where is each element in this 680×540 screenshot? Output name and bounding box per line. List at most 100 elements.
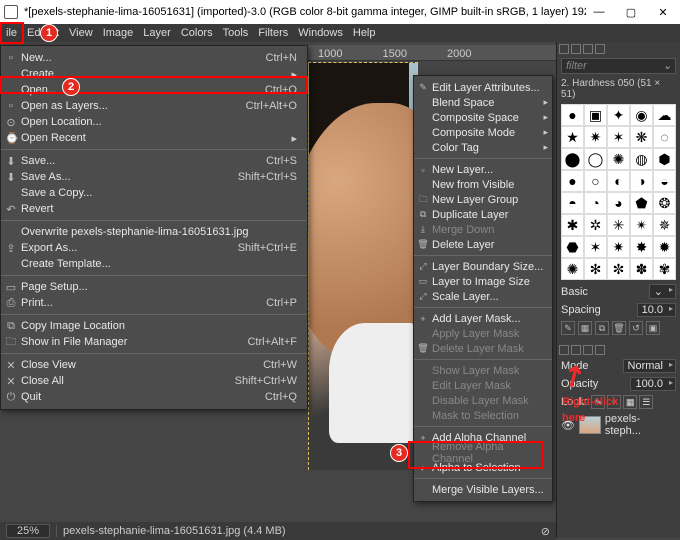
file-open-location-[interactable]: ⊙Open Location... bbox=[1, 114, 307, 130]
ctx-merge-visible-layers-[interactable]: Merge Visible Layers... bbox=[414, 482, 552, 497]
preset-select[interactable]: Basic bbox=[561, 286, 588, 298]
menu-view[interactable]: View bbox=[69, 27, 93, 39]
file-page-setup-[interactable]: ▭Page Setup... bbox=[1, 279, 307, 295]
brush-item[interactable]: ◍ bbox=[630, 148, 653, 170]
spacing-value[interactable]: 10.0 bbox=[637, 303, 676, 317]
brush-item[interactable]: ✼ bbox=[607, 258, 630, 280]
badge-2: 2 bbox=[62, 78, 80, 96]
brush-item[interactable]: ✦ bbox=[607, 104, 630, 126]
file-copy-image-location[interactable]: ⧉Copy Image Location bbox=[1, 318, 307, 334]
brush-item[interactable]: ⬟ bbox=[630, 192, 653, 214]
file-open-recent[interactable]: ⌚Open Recent▸ bbox=[1, 130, 307, 146]
brush-grid[interactable]: ●▣✦◉☁★✷✶❋◌⬤◯✺◍⬢●○◐◑◒◓◔◕⬟❂✱✲✳✴✵⬣✶✷✸✹✺✻✼✽✾ bbox=[561, 104, 676, 280]
brush-item[interactable]: ◑ bbox=[630, 170, 653, 192]
highlight-open bbox=[0, 76, 308, 94]
brush-item[interactable]: ◕ bbox=[607, 192, 630, 214]
brush-item[interactable]: ◉ bbox=[630, 104, 653, 126]
brush-item[interactable]: ✲ bbox=[584, 214, 607, 236]
ctx-new-from-visible[interactable]: New from Visible bbox=[414, 177, 552, 192]
brush-item[interactable]: ❂ bbox=[653, 192, 676, 214]
file-show-in-file-manager[interactable]: 🗀Show in File ManagerCtrl+Alt+F bbox=[1, 334, 307, 350]
close-button[interactable]: ✕ bbox=[650, 3, 676, 21]
brush-item[interactable]: ✸ bbox=[630, 236, 653, 258]
file-save-a-copy-[interactable]: Save a Copy... bbox=[1, 185, 307, 201]
brush-item[interactable]: ◒ bbox=[653, 170, 676, 192]
brush-item[interactable]: ✳ bbox=[607, 214, 630, 236]
file-save-as-[interactable]: ⬇Save As...Shift+Ctrl+S bbox=[1, 169, 307, 185]
brush-item[interactable]: ✶ bbox=[584, 236, 607, 258]
zoom-select[interactable]: 25% bbox=[6, 524, 50, 538]
ctx-composite-mode[interactable]: Composite Mode▸ bbox=[414, 125, 552, 140]
file-save-[interactable]: ⬇Save...Ctrl+S bbox=[1, 153, 307, 169]
ctx-duplicate-layer[interactable]: ⧉Duplicate Layer bbox=[414, 207, 552, 222]
menu-help[interactable]: Help bbox=[353, 27, 376, 39]
menu-filters[interactable]: Filters bbox=[258, 27, 288, 39]
ctx-layer-boundary-size-[interactable]: ⤢Layer Boundary Size... bbox=[414, 259, 552, 274]
brush-item[interactable]: ✽ bbox=[630, 258, 653, 280]
file-revert[interactable]: ↶Revert bbox=[1, 201, 307, 217]
brush-item[interactable]: ✹ bbox=[653, 236, 676, 258]
brush-item[interactable]: ✺ bbox=[607, 148, 630, 170]
brush-item[interactable]: ✴ bbox=[630, 214, 653, 236]
menu-tools[interactable]: Tools bbox=[223, 27, 249, 39]
ctx-composite-space[interactable]: Composite Space▸ bbox=[414, 110, 552, 125]
file-create-template-[interactable]: Create Template... bbox=[1, 256, 307, 272]
maximize-button[interactable]: ▢ bbox=[618, 3, 644, 21]
brush-item[interactable]: ◐ bbox=[607, 170, 630, 192]
ctx-add-layer-mask-[interactable]: +Add Layer Mask... bbox=[414, 311, 552, 326]
menubar[interactable]: ileEdctViewImageLayerColorsToolsFiltersW… bbox=[0, 24, 680, 42]
file-close-view[interactable]: ✕Close ViewCtrl+W bbox=[1, 357, 307, 373]
brush-item[interactable]: ✷ bbox=[607, 236, 630, 258]
brush-item[interactable]: ● bbox=[561, 170, 584, 192]
panel-tabs[interactable] bbox=[557, 42, 680, 56]
brush-item[interactable]: ✺ bbox=[561, 258, 584, 280]
brush-item[interactable]: ✾ bbox=[653, 258, 676, 280]
brush-item[interactable]: ◓ bbox=[561, 192, 584, 214]
ctx-scale-layer-[interactable]: ⤢Scale Layer... bbox=[414, 289, 552, 304]
file-export-as-[interactable]: ⇪Export As...Shift+Ctrl+E bbox=[1, 240, 307, 256]
file-menu[interactable]: ▫New...Ctrl+NCreate▸Open...Ctrl+O▫Open a… bbox=[0, 45, 308, 410]
brush-item[interactable]: ✱ bbox=[561, 214, 584, 236]
brush-filter-input[interactable]: filter bbox=[561, 58, 676, 74]
brush-item[interactable]: ○ bbox=[584, 170, 607, 192]
cancel-icon[interactable]: ⊘ bbox=[541, 525, 550, 538]
brush-item[interactable]: ✵ bbox=[653, 214, 676, 236]
brush-item[interactable]: ✷ bbox=[584, 126, 607, 148]
brush-item[interactable]: ▣ bbox=[584, 104, 607, 126]
minimize-button[interactable]: — bbox=[586, 3, 612, 21]
ctx-delete-layer[interactable]: 🗑Delete Layer bbox=[414, 237, 552, 252]
status-bar: 25% pexels-stephanie-lima-16051631.jpg (… bbox=[0, 522, 556, 540]
menu-layer[interactable]: Layer bbox=[143, 27, 171, 39]
brush-item[interactable]: ❋ bbox=[630, 126, 653, 148]
file-open-as-layers-[interactable]: ▫Open as Layers...Ctrl+Alt+O bbox=[1, 98, 307, 114]
menu-ed[interactable]: Ed bbox=[27, 27, 40, 39]
menu-colors[interactable]: Colors bbox=[181, 27, 213, 39]
brush-item[interactable]: ◔ bbox=[584, 192, 607, 214]
file-overwrite-pexels-stephanie-lima-jpg[interactable]: Overwrite pexels-stephanie-lima-16051631… bbox=[1, 224, 307, 240]
layer-context-menu[interactable]: ✎Edit Layer Attributes...Blend Space▸Com… bbox=[413, 75, 553, 502]
file-new-[interactable]: ▫New...Ctrl+N bbox=[1, 50, 307, 66]
ctx-layer-to-image-size[interactable]: ▭Layer to Image Size bbox=[414, 274, 552, 289]
canvas[interactable] bbox=[308, 62, 418, 470]
brush-item[interactable]: ⬣ bbox=[561, 236, 584, 258]
ctx-blend-space[interactable]: Blend Space▸ bbox=[414, 95, 552, 110]
brush-item[interactable]: ✻ bbox=[584, 258, 607, 280]
brush-item[interactable]: ☁ bbox=[653, 104, 676, 126]
file-quit[interactable]: ⏻QuitCtrl+Q bbox=[1, 389, 307, 405]
ctx-edit-layer-attributes-[interactable]: ✎Edit Layer Attributes... bbox=[414, 80, 552, 95]
menu-image[interactable]: Image bbox=[103, 27, 134, 39]
brush-item[interactable]: ● bbox=[561, 104, 584, 126]
file-print-[interactable]: ⎙Print...Ctrl+P bbox=[1, 295, 307, 311]
ctx-new-layer-group[interactable]: 🗀New Layer Group bbox=[414, 192, 552, 207]
brush-item[interactable]: ⬢ bbox=[653, 148, 676, 170]
spacing-label: Spacing bbox=[561, 304, 601, 316]
menu-windows[interactable]: Windows bbox=[298, 27, 343, 39]
brush-item[interactable]: ⬤ bbox=[561, 148, 584, 170]
brush-item[interactable]: ✶ bbox=[607, 126, 630, 148]
brush-item[interactable]: ★ bbox=[561, 126, 584, 148]
brush-item[interactable]: ◌ bbox=[653, 126, 676, 148]
file-close-all[interactable]: ✕Close AllShift+Ctrl+W bbox=[1, 373, 307, 389]
brush-item[interactable]: ◯ bbox=[584, 148, 607, 170]
ctx-new-layer-[interactable]: ▫New Layer... bbox=[414, 162, 552, 177]
ctx-color-tag[interactable]: Color Tag▸ bbox=[414, 140, 552, 155]
